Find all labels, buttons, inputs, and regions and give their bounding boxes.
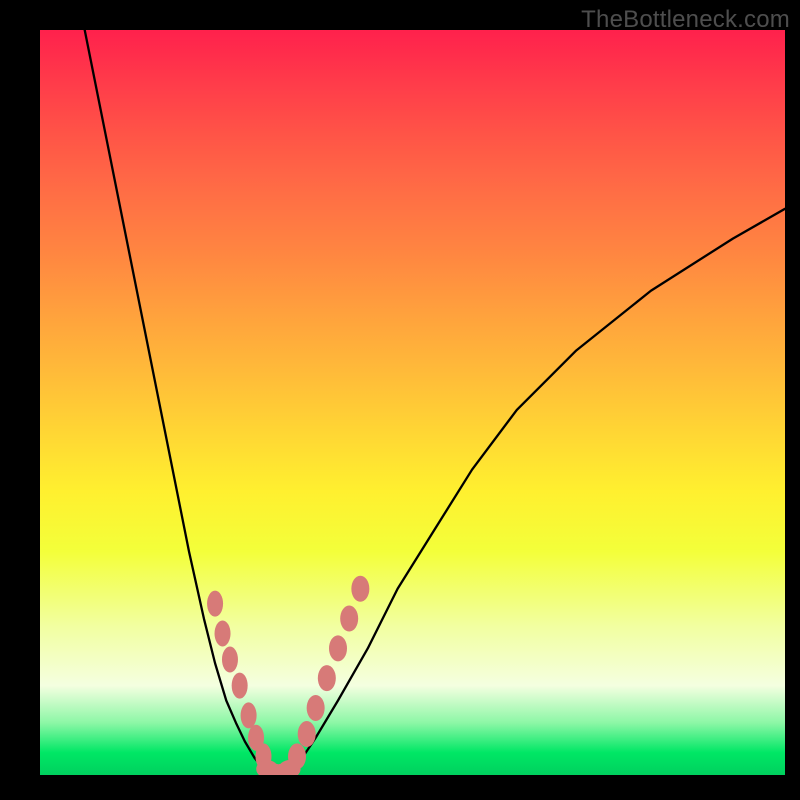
chart-svg <box>40 30 785 775</box>
watermark-text: TheBottleneck.com <box>581 6 790 34</box>
plot-area <box>40 30 785 775</box>
chart-frame: TheBottleneck.com <box>0 0 800 800</box>
